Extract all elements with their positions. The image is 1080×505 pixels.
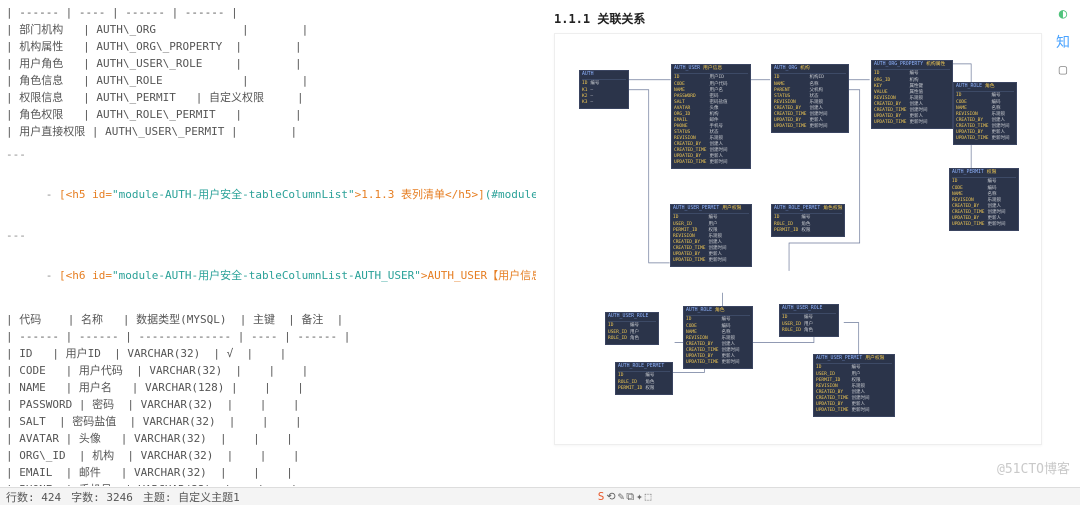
tag-open: [<h5 id=	[59, 188, 112, 201]
tag-open: [<h6 id=	[59, 269, 112, 282]
er-table-userrole-b1[interactable]: AUTH_USER_ROLE ID USER_ID ROLE_ID 编号 用户 …	[605, 312, 659, 345]
tool-icon-3[interactable]: ✎	[618, 490, 625, 504]
md-line: | PASSWORD | 密码 | VARCHAR(32) | | |	[6, 396, 524, 413]
sync-icon[interactable]: ◐	[1055, 6, 1071, 22]
er-table-role[interactable]: AUTH_ROLE角色 ID CODE NAME REVISION CREATE…	[953, 82, 1017, 145]
markdown-preview-pane: 1.1.1 关联关系 AUTH	[536, 0, 1080, 486]
er-table-permit[interactable]: AUTH_PERMIT权限 ID CODE NAME REVISION CREA…	[949, 168, 1019, 231]
md-line: | SALT | 密码盐值 | VARCHAR(32) | | |	[6, 413, 524, 430]
preview-heading: 1.1.1 关联关系	[554, 10, 1052, 27]
md-line: | NAME | 用户名 | VARCHAR(128) | | |	[6, 379, 524, 396]
status-char-value: 3246	[106, 491, 133, 504]
zhihu-icon[interactable]: 知	[1055, 34, 1071, 50]
tag-id: "module-AUTH-用户安全-tableColumnList"	[112, 188, 355, 201]
md-line: | 用户直接权限 | AUTH\_USER\_PERMIT | |	[6, 123, 524, 140]
md-line: | CODE | 用户代码 | VARCHAR(32) | | |	[6, 362, 524, 379]
tag-text: >1.1.3 表列清单</h5>]	[355, 188, 485, 201]
er-table-userpermit[interactable]: AUTH_USER_PERMIT用户权限 ID USER_ID PERMIT_I…	[670, 204, 752, 267]
md-line: | 角色信息 | AUTH\_ROLE | |	[6, 72, 524, 89]
md-link: (#module-AUTH-用户安全-tableColumnList-from)	[485, 188, 536, 201]
md-hr: ---	[6, 227, 524, 244]
md-line: | EMAIL | 邮件 | VARCHAR(32) | | |	[6, 464, 524, 481]
md-line: | 权限信息 | AUTH\_PERMIT | 自定义权限 |	[6, 89, 524, 106]
status-char-label: 字数:	[71, 491, 100, 504]
md-line: | ID | 用户ID | VARCHAR(32) | √ | |	[6, 345, 524, 362]
md-line: | ORG\_ID | 机构 | VARCHAR(32) | | |	[6, 447, 524, 464]
tool-icon-2[interactable]: ⟲	[606, 490, 615, 504]
md-table-sep: | ------ | ------ | -------------- | ---…	[6, 328, 524, 345]
status-theme-label: 主题:	[143, 491, 172, 504]
markdown-source-editor[interactable]: | ------ | ---- | ------ | ------ | | 部门…	[0, 0, 536, 486]
md-line: | AVATAR | 头像 | VARCHAR(32) | | |	[6, 430, 524, 447]
bullet: -	[46, 188, 59, 201]
md-line: | 机构属性 | AUTH\_ORG\_PROPERTY | |	[6, 38, 524, 55]
tag-text: >AUTH_USER【用户信息】</h6>]	[421, 269, 536, 282]
bullet: -	[46, 269, 59, 282]
er-table-b4[interactable]: AUTH_USER_PERMIT用户权限 ID USER_ID PERMIT_I…	[813, 354, 895, 417]
er-table-org[interactable]: AUTH_ORG机构 ID NAME PARENT STATUS REVISIO…	[771, 64, 849, 133]
md-line: | 用户角色 | AUTH\_USER\_ROLE | |	[6, 55, 524, 72]
er-table-b2[interactable]: AUTH_ROLE角色 ID CODE NAME REVISION CREATE…	[683, 306, 753, 369]
er-table-b5[interactable]: AUTH_ROLE_PERMIT ID ROLE_ID PERMIT_ID 编号…	[615, 362, 673, 395]
status-row-label: 行数:	[6, 491, 35, 504]
md-line: | ------ | ---- | ------ | ------ |	[6, 4, 524, 21]
er-diagram[interactable]: AUTH ID K1 K2 K3 编号 — — — AUTH_USER用户信息 …	[554, 33, 1042, 445]
md-line: | 角色权限 | AUTH\_ROLE\_PERMIT | |	[6, 106, 524, 123]
tool-icon-4[interactable]: ⧉	[626, 490, 634, 504]
status-bar: 行数: 424 字数: 3246 主题: 自定义主题1 S ⟲ ✎ ⧉ ✦ ⬚	[0, 487, 1080, 505]
status-row-value: 424	[41, 491, 61, 504]
status-theme-value[interactable]: 自定义主题1	[178, 491, 240, 504]
tool-icon-5[interactable]: ✦	[636, 490, 643, 504]
er-table-rolepermit[interactable]: AUTH_ROLE_PERMIT角色权限 ID ROLE_ID PERMIT_I…	[771, 204, 845, 237]
md-heading-h5: - [<h5 id="module-AUTH-用户安全-tableColumnL…	[6, 169, 524, 220]
er-table-orgprop[interactable]: AUTH_ORG_PROPERTY机构属性 ID ORG_ID KEY VALU…	[871, 60, 953, 129]
er-table-user[interactable]: AUTH_USER用户信息 ID CODE NAME PASSWORD SALT…	[671, 64, 751, 169]
md-table-header: | 代码 | 名称 | 数据类型(MYSQL) | 主键 | 备注 |	[6, 311, 524, 328]
md-heading-h6: - [<h6 id="module-AUTH-用户安全-tableColumnL…	[6, 250, 524, 301]
md-line: | 部门机构 | AUTH\_ORG | |	[6, 21, 524, 38]
phone-icon[interactable]: ▢	[1055, 62, 1071, 78]
status-tool-icons: S ⟲ ✎ ⧉ ✦ ⬚	[598, 490, 652, 504]
tag-id: "module-AUTH-用户安全-tableColumnList-AUTH_U…	[112, 269, 421, 282]
md-hr: ---	[6, 146, 524, 163]
side-toolbar: ◐ 知 ▢	[1052, 6, 1074, 78]
er-table-small[interactable]: AUTH ID K1 K2 K3 编号 — — —	[579, 70, 629, 109]
md-line: | PHONE | 手机号 | VARCHAR(32) | | |	[6, 481, 524, 486]
tool-icon-1[interactable]: S	[598, 490, 605, 504]
er-table-b3[interactable]: AUTH_USER_ROLE ID USER_ID ROLE_ID 编号 用户 …	[779, 304, 839, 337]
tool-icon-6[interactable]: ⬚	[645, 490, 652, 504]
